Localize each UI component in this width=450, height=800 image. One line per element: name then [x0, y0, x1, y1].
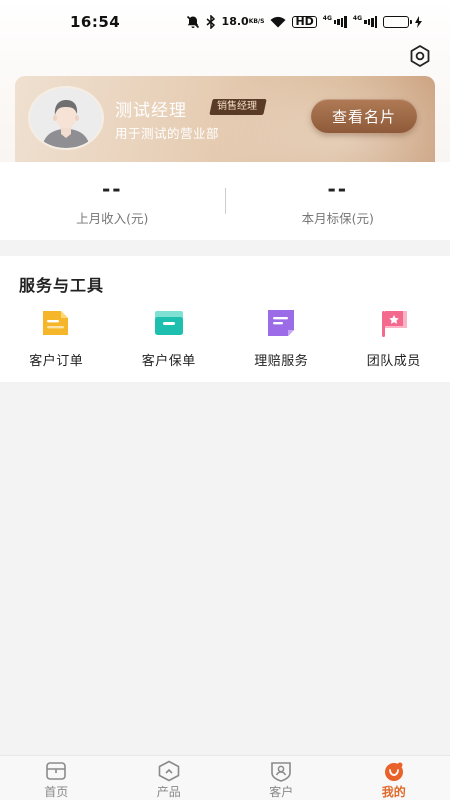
claim-icon [268, 310, 295, 336]
settings-button[interactable] [408, 44, 432, 68]
avatar[interactable] [28, 86, 104, 150]
stat-label: 本月标保(元) [301, 211, 374, 226]
status-time: 16:54 [70, 13, 121, 31]
net-speed-unit: KB/S [248, 18, 265, 25]
customer-icon [271, 762, 292, 782]
hd-badge: HD [292, 16, 317, 28]
view-card-button[interactable]: 查看名片 [311, 99, 417, 133]
role-badge-label: 销售经理 [217, 101, 257, 112]
tool-claim-service[interactable]: 理赔服务 [225, 308, 338, 369]
nav-label: 首页 [44, 785, 69, 799]
product-icon [158, 760, 180, 782]
net-speed-value: 18.0 [221, 15, 249, 28]
status-icons: 18.0 KB/S HD 4G 4G [186, 15, 422, 29]
home-icon [46, 762, 67, 780]
nav-item-product[interactable]: 产品 [113, 756, 226, 800]
nav-label: 产品 [156, 785, 181, 799]
user-department: 用于测试的营业部 [115, 126, 220, 141]
nav-label: 我的 [381, 785, 406, 799]
profile-card: 测试经理 销售经理 用于测试的营业部 查看名片 [15, 76, 435, 162]
tools-grid: 客户订单 客户保单 理赔服务 团队成员 [0, 308, 450, 369]
bluetooth-icon [206, 15, 216, 29]
tool-team-members[interactable]: 团队成员 [338, 308, 450, 369]
nav-item-home[interactable]: 首页 [0, 756, 113, 800]
user-name: 测试经理 [115, 101, 187, 121]
order-icon [43, 311, 69, 335]
nav-item-customer[interactable]: 客户 [225, 756, 338, 800]
tool-customer-orders[interactable]: 客户订单 [0, 308, 113, 369]
network-speed: 18.0 KB/S [221, 15, 265, 28]
stat-label: 上月收入(元) [76, 211, 149, 226]
stat-value: -- [327, 177, 349, 201]
mute-bell-icon [186, 15, 200, 29]
signal-icon-2: 4G [353, 16, 377, 28]
signal-icon-1: 4G [323, 16, 347, 28]
policy-icon [154, 311, 183, 335]
tool-label: 团队成员 [366, 354, 421, 369]
mine-icon [384, 762, 403, 781]
stat-value: -- [101, 177, 123, 201]
stat-this-month-premium[interactable]: -- 本月标保(元) [226, 162, 450, 240]
services-section: 服务与工具 客户订单 客户保单 理赔服务 团队成员 [0, 256, 450, 382]
stat-last-month-income[interactable]: -- 上月收入(元) [0, 162, 225, 240]
status-bar: 16:54 18.0 KB/S HD 4G 4G [0, 0, 450, 44]
nav-label: 客户 [269, 785, 294, 799]
settings-hexagon-icon [410, 45, 430, 67]
tool-customer-policies[interactable]: 客户保单 [113, 308, 226, 369]
role-badge: 销售经理 [209, 99, 267, 115]
tool-label: 理赔服务 [254, 354, 309, 369]
bottom-nav: 首页 产品 客户 我的 [0, 755, 450, 800]
battery-icon [383, 16, 412, 28]
wifi-icon [270, 16, 286, 28]
tool-label: 客户订单 [29, 354, 84, 369]
charging-bolt-icon [415, 16, 422, 28]
services-title: 服务与工具 [19, 276, 105, 295]
team-flag-icon [381, 311, 407, 337]
nav-item-mine[interactable]: 我的 [338, 756, 450, 800]
tool-label: 客户保单 [141, 354, 196, 369]
stats-panel: -- 上月收入(元) -- 本月标保(元) [0, 162, 450, 240]
